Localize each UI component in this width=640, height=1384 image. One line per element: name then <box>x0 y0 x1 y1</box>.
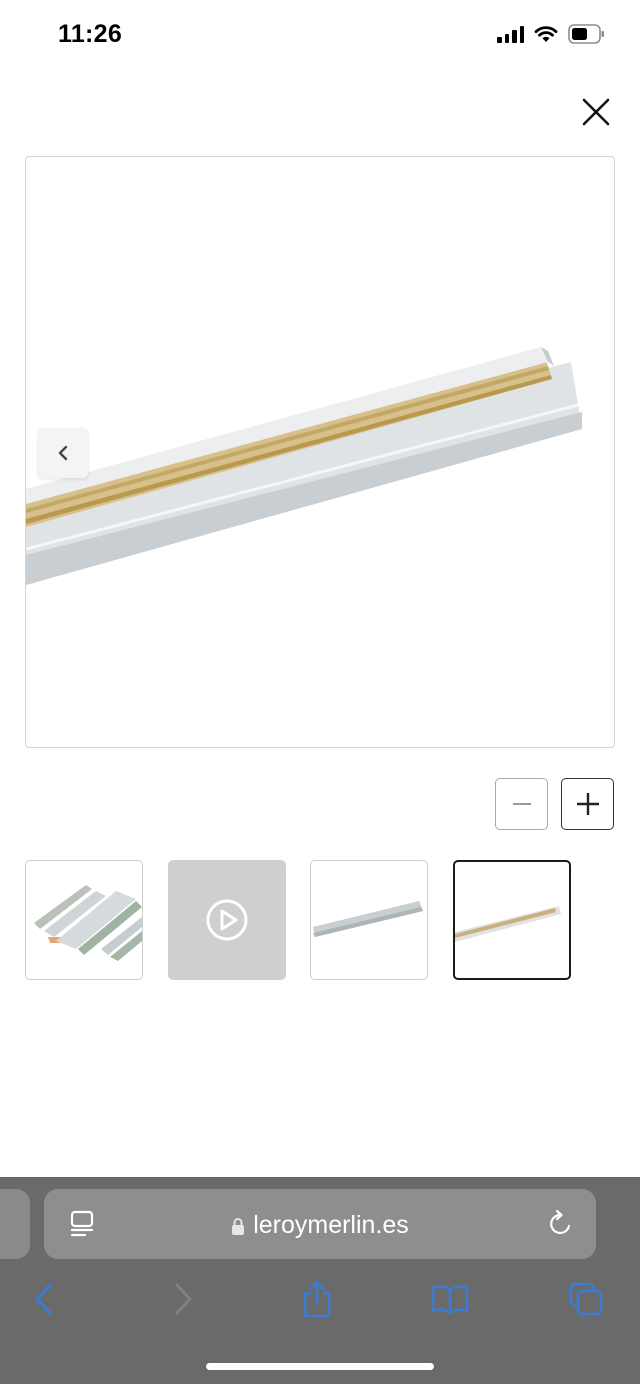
back-icon <box>35 1283 52 1315</box>
bookmarks-button[interactable] <box>430 1279 470 1319</box>
status-time: 11:26 <box>58 20 123 48</box>
share-icon <box>303 1280 331 1318</box>
share-button[interactable] <box>297 1279 337 1319</box>
status-icons <box>497 24 606 44</box>
home-indicator <box>206 1363 434 1370</box>
back-button[interactable] <box>24 1279 64 1319</box>
browser-toolbar: leroymerlin.es <box>0 1177 640 1384</box>
url-text: leroymerlin.es <box>253 1211 409 1239</box>
thumbnail-4-selected[interactable] <box>453 860 571 980</box>
zoom-out-button[interactable] <box>495 778 548 830</box>
chevron-left-icon <box>58 445 68 461</box>
play-icon <box>206 899 248 941</box>
lock-icon <box>232 1218 245 1235</box>
battery-icon <box>568 24 604 44</box>
forward-icon <box>175 1283 192 1315</box>
tabs-icon <box>569 1282 603 1316</box>
close-icon <box>582 98 610 126</box>
thumbnail-3[interactable] <box>310 860 428 980</box>
cellular-signal-icon <box>497 25 524 43</box>
thumbnail-image <box>313 901 423 937</box>
bookmarks-icon <box>431 1285 469 1315</box>
tabs-button[interactable] <box>566 1279 606 1319</box>
thumbnail-image <box>34 885 142 961</box>
zoom-in-button[interactable] <box>561 778 614 830</box>
main-product-image[interactable] <box>25 156 615 748</box>
address-bar[interactable]: leroymerlin.es <box>44 1189 596 1259</box>
url-display: leroymerlin.es <box>44 1211 596 1240</box>
thumbnail-image <box>455 906 561 942</box>
thumbnail-video[interactable] <box>168 860 286 980</box>
wifi-icon <box>534 26 558 42</box>
previous-image-button[interactable] <box>38 428 88 478</box>
product-photo <box>26 347 582 585</box>
previous-tab-peek[interactable] <box>0 1189 30 1259</box>
thumbnail-1[interactable] <box>25 860 143 980</box>
plus-icon <box>576 793 599 815</box>
minus-icon <box>512 803 531 805</box>
forward-button[interactable] <box>163 1279 203 1319</box>
reload-icon[interactable] <box>546 1209 576 1239</box>
product-gallery-page: 11:26 leroymerlin.es <box>0 0 640 1384</box>
status-bar: 11:26 <box>0 0 640 70</box>
close-button[interactable] <box>578 94 614 130</box>
